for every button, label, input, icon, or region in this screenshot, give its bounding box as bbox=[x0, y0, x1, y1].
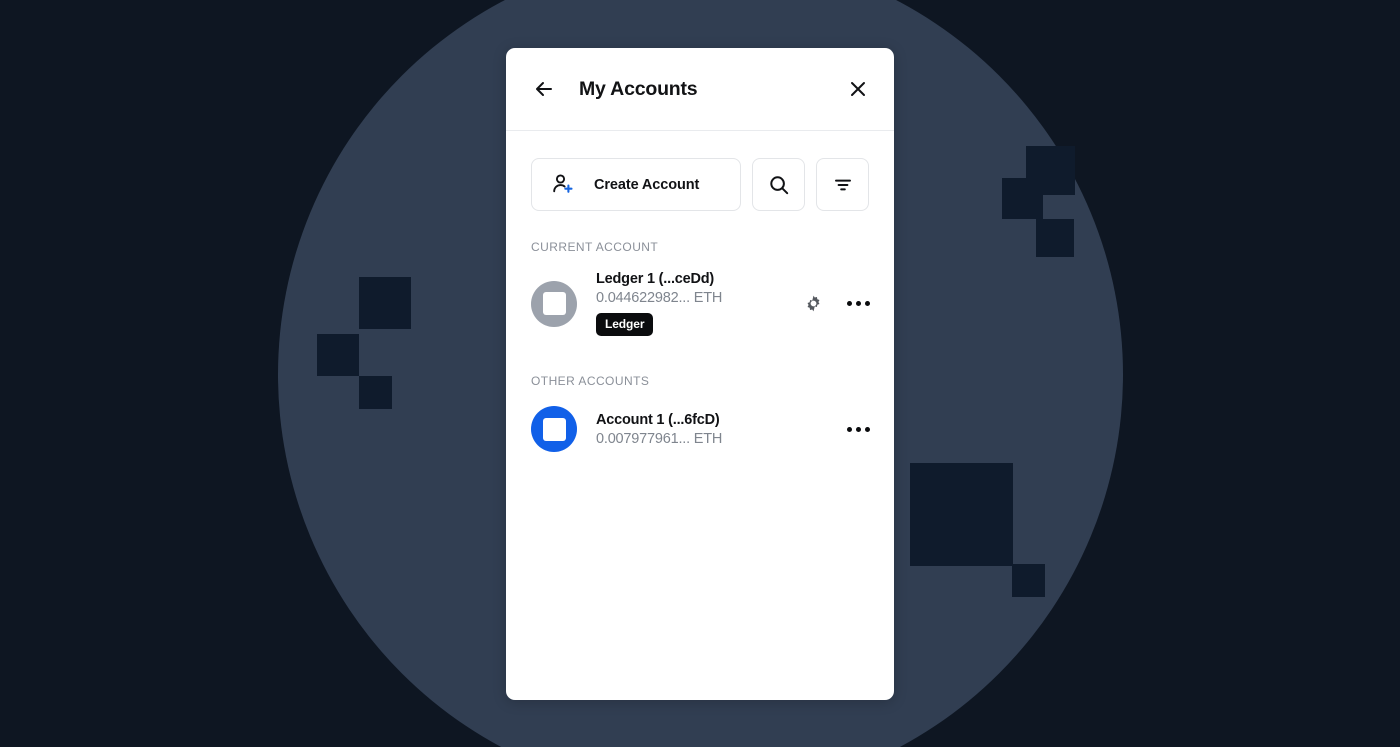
avatar bbox=[531, 280, 577, 327]
account-name: Account 1 (...6fcD) bbox=[596, 411, 720, 428]
account-balance: 0.044622982... ETH bbox=[596, 290, 723, 306]
background-square bbox=[910, 463, 1013, 566]
avatar bbox=[531, 406, 577, 452]
account-more-options-button[interactable] bbox=[846, 293, 870, 315]
accounts-toolbar: Create Account bbox=[506, 131, 894, 211]
more-options-icon bbox=[846, 301, 870, 306]
account-row-actions bbox=[846, 418, 870, 440]
create-account-button[interactable]: Create Account bbox=[531, 158, 741, 211]
search-icon bbox=[769, 175, 788, 194]
arrow-left-icon bbox=[536, 82, 552, 96]
account-row[interactable]: Ledger 1 (...ceDd) 0.044622982... ETH Ledg… bbox=[506, 262, 894, 345]
create-account-label: Create Account bbox=[594, 176, 700, 193]
account-info: Ledger 1 (...ceDd) 0.044622982... ETH Ledg… bbox=[596, 271, 794, 336]
account-row-actions bbox=[802, 293, 870, 315]
gear-icon bbox=[807, 295, 819, 312]
panel-body: Create Account CURRENT ACCOUNT Ledger 1 (… bbox=[506, 131, 894, 700]
account-list: Ledger 1 (...ceDd) 0.044622982... ETH Ledg… bbox=[506, 262, 894, 345]
panel-header: My Accounts bbox=[506, 48, 894, 131]
accounts-sections: CURRENT ACCOUNT Ledger 1 (...ceDd) 0.04462… bbox=[506, 240, 894, 462]
account-more-options-button[interactable] bbox=[846, 418, 870, 440]
account-settings-button[interactable] bbox=[802, 293, 824, 315]
status-badge: Ledger bbox=[596, 313, 654, 336]
avatar-glyph bbox=[542, 292, 566, 315]
page-title: My Accounts bbox=[579, 77, 698, 100]
section-label: OTHER ACCOUNTS bbox=[531, 374, 650, 388]
filter-button[interactable] bbox=[816, 158, 869, 211]
filter-icon bbox=[834, 179, 851, 190]
more-options-icon bbox=[846, 426, 870, 432]
account-balance: 0.007977961... ETH bbox=[596, 430, 723, 447]
user-plus-icon bbox=[553, 174, 573, 193]
back-button[interactable] bbox=[531, 76, 557, 102]
account-list: Account 1 (...6fcD) 0.007977961... ETH bbox=[506, 396, 894, 462]
close-icon bbox=[851, 82, 865, 96]
background-square bbox=[1012, 564, 1045, 597]
my-accounts-panel: My Accounts Create Account CURRENT ACCOU… bbox=[506, 48, 894, 700]
background-square bbox=[317, 334, 359, 376]
close-button[interactable] bbox=[846, 77, 870, 101]
account-info: Account 1 (...6fcD) 0.007977961... ETH bbox=[596, 412, 839, 447]
search-button[interactable] bbox=[752, 158, 805, 211]
account-row[interactable]: Account 1 (...6fcD) 0.007977961... ETH bbox=[506, 396, 894, 462]
background-square bbox=[359, 277, 411, 329]
section-label: CURRENT ACCOUNT bbox=[531, 240, 659, 254]
background-square bbox=[1036, 219, 1074, 257]
background-square bbox=[1002, 178, 1043, 219]
background-square bbox=[359, 376, 392, 409]
avatar-glyph bbox=[542, 417, 566, 441]
account-name: Ledger 1 (...ceDd) bbox=[596, 271, 715, 287]
